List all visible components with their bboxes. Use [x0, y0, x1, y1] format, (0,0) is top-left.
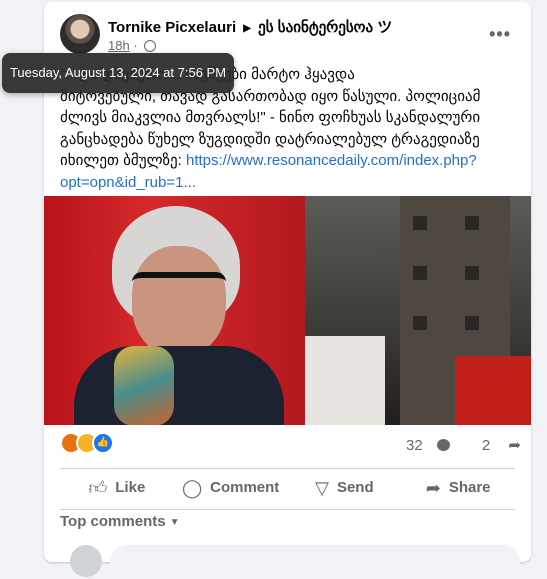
post-link-continued[interactable]: opt=opn&id_rub=1...: [60, 174, 196, 191]
post-text-line: opt=opn&id_rub=1...: [60, 172, 520, 194]
globe-icon: [144, 40, 157, 52]
comment-button[interactable]: ◯ Comment: [174, 472, 288, 506]
more-options-button[interactable]: •••: [489, 24, 511, 45]
author-name[interactable]: Tornike Picxelauri: [108, 19, 236, 36]
shares-count-value: 2: [481, 437, 491, 454]
post-image[interactable]: [44, 196, 531, 425]
reaction-summary[interactable]: 👍: [60, 432, 114, 460]
post-meta: 18h ·: [108, 38, 157, 53]
post-text-line: ძლივს მიაკვლია მთვრალს!" - ნინო ფოჩხუას …: [60, 109, 481, 126]
comment-row: [60, 541, 520, 579]
photo-window: [413, 316, 427, 330]
thumbs-up-icon: 👍︎: [88, 478, 108, 498]
photo-window: [465, 216, 479, 230]
comment-label: Comment: [210, 479, 280, 496]
post-link[interactable]: https://www.resonancedaily.com/index.php…: [186, 152, 477, 169]
author-line: Tornike Picxelauri ▶ ეს საინტერესოა ツ: [108, 16, 392, 37]
post-actions: 👍︎ Like ◯ Comment ▽ Send ➦ Share: [60, 472, 515, 506]
send-label: Send: [336, 479, 374, 496]
post-header: Tornike Picxelauri ▶ ეს საინტერესოა ツ 18…: [60, 14, 521, 56]
divider: [60, 509, 515, 510]
photo-face: [132, 246, 226, 356]
photo-window: [465, 316, 479, 330]
photo-jacket: [74, 346, 284, 425]
share-button[interactable]: ➦ Share: [401, 472, 515, 506]
burned-building-photo: [305, 196, 531, 425]
share-arrow-icon: ➦: [508, 437, 521, 454]
photo-glasses: [132, 272, 226, 300]
comment-icon: ◯: [181, 478, 203, 498]
caret-down-icon: ▼: [169, 517, 180, 528]
comment-sort-dropdown[interactable]: Top comments ▼: [60, 513, 179, 530]
link-prefix: იხილეთ ბმულზე:: [60, 152, 186, 169]
comments-count[interactable]: 32: [392, 437, 450, 454]
photo-window: [413, 216, 427, 230]
photo-fire-truck: [455, 356, 531, 425]
post-text-line: იხილეთ ბმულზე: https://www.resonancedail…: [60, 150, 520, 172]
comment-bubble[interactable]: [110, 545, 520, 579]
shared-to-arrow-icon: ▶: [243, 23, 251, 34]
photo-scarf: [114, 346, 174, 425]
send-button[interactable]: ▽ Send: [288, 472, 402, 506]
post-timestamp[interactable]: 18h: [108, 38, 130, 53]
photo-white-vehicle: [305, 336, 385, 425]
comment-bubble-icon: [436, 439, 450, 451]
share-label: Share: [448, 479, 491, 496]
like-reaction-icon: 👍: [92, 432, 114, 454]
send-icon: ▽: [315, 478, 329, 498]
photo-window: [465, 266, 479, 280]
like-button[interactable]: 👍︎ Like: [60, 472, 174, 506]
like-label: Like: [115, 479, 146, 496]
commenter-avatar[interactable]: [70, 545, 102, 577]
shares-count[interactable]: 2 ➦: [468, 437, 521, 454]
page-name[interactable]: ეს საინტერესოა ツ: [258, 19, 392, 36]
comment-sort-label: Top comments: [60, 513, 166, 530]
post-text-line: განცხადება წუხელ ზუგდიდში დატრიალებულ ტრ…: [60, 130, 480, 148]
divider: [60, 468, 515, 469]
timestamp-tooltip: Tuesday, August 13, 2024 at 7:56 PM: [2, 53, 234, 93]
photo-window: [413, 266, 427, 280]
comments-count-value: 32: [406, 437, 423, 454]
author-avatar[interactable]: [60, 14, 100, 54]
engagement-counts: 32 2 ➦: [378, 436, 521, 454]
meta-separator: ·: [133, 38, 138, 53]
woman-photo: [44, 196, 305, 425]
share-icon: ➦: [425, 478, 441, 498]
